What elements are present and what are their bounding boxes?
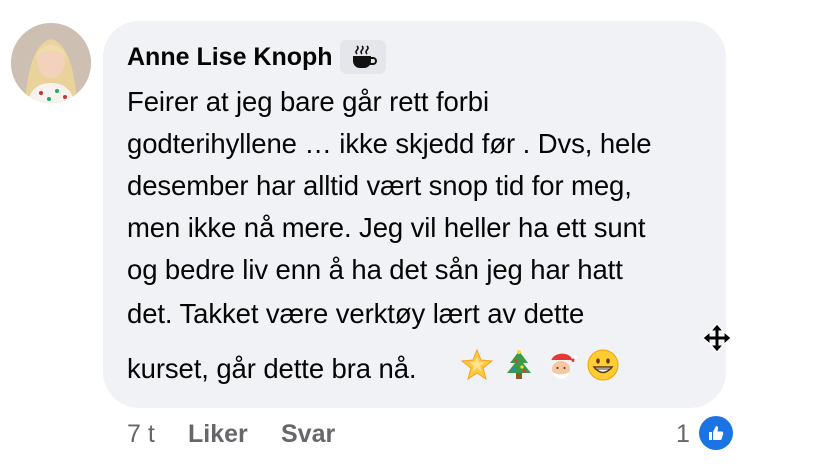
comment-author[interactable]: Anne Lise Knoph bbox=[127, 43, 333, 72]
reply-button[interactable]: Svar bbox=[281, 420, 335, 449]
comment-text-line-7: kurset, går dette bra nå. bbox=[127, 353, 417, 384]
comment-text-line-6: det. Takket være verktøy lært av dette bbox=[127, 298, 585, 329]
comment-timestamp[interactable]: 7 t bbox=[127, 420, 155, 449]
coffee-cup-icon bbox=[353, 45, 377, 68]
comment-text-line-5: og bedre liv enn å ha det sån jeg har ha… bbox=[127, 254, 623, 285]
grinning-face-emoji bbox=[586, 348, 620, 382]
comment-text-line-3: desember har alltid vært snop tid for me… bbox=[127, 170, 632, 201]
comment-text-line-2: godterihyllene … ikke skjedd før . Dvs, … bbox=[127, 128, 652, 159]
profile-photo bbox=[11, 23, 91, 103]
comment-text-line-1: Feirer at jeg bare går rett forbi bbox=[127, 86, 490, 117]
like-reaction-icon[interactable] bbox=[699, 416, 733, 450]
comment-text-line-4: men ikke nå mere. Jeg vil heller ha ett … bbox=[127, 212, 646, 243]
emoji-row bbox=[460, 348, 620, 382]
move-cursor-icon bbox=[702, 323, 732, 353]
santa-emoji bbox=[544, 348, 578, 382]
avatar[interactable] bbox=[11, 23, 91, 103]
like-button[interactable]: Liker bbox=[188, 420, 248, 449]
glowing-star-emoji bbox=[460, 348, 494, 382]
like-count[interactable]: 1 bbox=[676, 420, 690, 449]
thumbs-up-icon bbox=[709, 426, 724, 440]
author-badge[interactable] bbox=[340, 40, 386, 74]
christmas-tree-emoji bbox=[502, 348, 536, 382]
